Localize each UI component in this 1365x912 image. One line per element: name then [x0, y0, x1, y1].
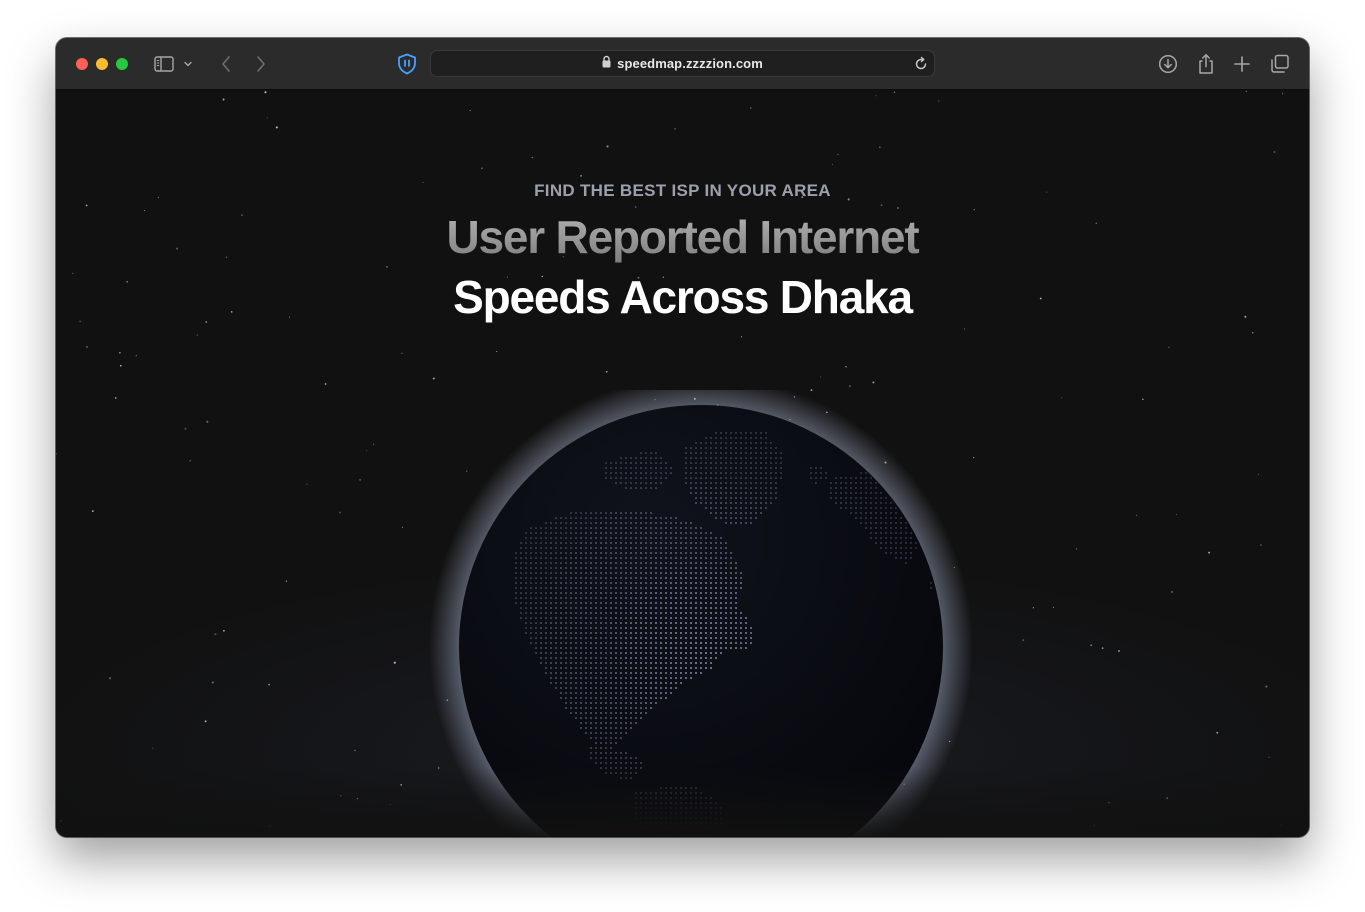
minimize-window-button[interactable] [96, 58, 108, 70]
address-bar[interactable]: speedmap.zzzzion.com [430, 50, 935, 77]
lock-icon [602, 55, 611, 73]
address-url: speedmap.zzzzion.com [617, 56, 763, 71]
page-content: FIND THE BEST ISP IN YOUR AREA User Repo… [56, 90, 1309, 837]
hero-eyebrow: FIND THE BEST ISP IN YOUR AREA [534, 181, 831, 200]
close-window-button[interactable] [76, 58, 88, 70]
reload-icon[interactable] [912, 55, 930, 78]
tabs-icon[interactable] [1268, 52, 1292, 76]
browser-window: speedmap.zzzzion.com FIND THE BEST ISP I… [56, 38, 1309, 837]
download-icon[interactable] [1156, 52, 1180, 76]
zoom-window-button[interactable] [116, 58, 128, 70]
back-icon[interactable] [214, 52, 238, 76]
forward-icon[interactable] [249, 52, 273, 76]
sidebar-icon[interactable] [152, 52, 176, 76]
hero-title-line-2: Speeds Across Dhaka [453, 271, 913, 323]
hero-title-line-1: User Reported Internet [56, 210, 1309, 264]
bottom-fade [56, 767, 1309, 837]
plus-icon[interactable] [1230, 52, 1254, 76]
shield-icon[interactable] [395, 52, 419, 76]
share-icon[interactable] [1194, 52, 1218, 76]
browser-toolbar: speedmap.zzzzion.com [56, 38, 1309, 90]
chevron-down-icon[interactable] [180, 52, 196, 76]
